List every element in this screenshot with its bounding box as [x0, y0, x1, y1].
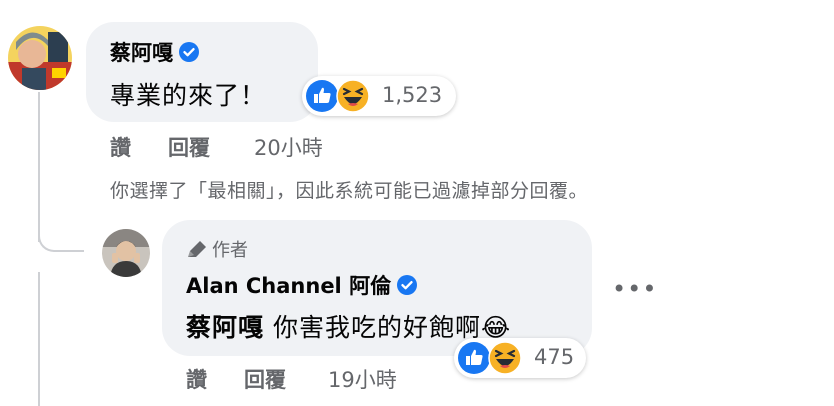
reply-author-name[interactable]: Alan Channel 阿倫 — [186, 274, 391, 298]
reply-timestamp[interactable]: 19小時 — [328, 364, 397, 394]
avatar-image — [8, 26, 72, 90]
pen-icon — [188, 241, 206, 257]
comment-like-button[interactable]: 讚 — [110, 132, 131, 162]
thread-line-lower — [38, 272, 40, 406]
like-icon — [458, 342, 490, 374]
reply-like-button[interactable]: 讚 — [186, 364, 207, 394]
haha-icon — [488, 341, 522, 375]
author-tag-label: 作者 — [212, 240, 248, 261]
reply-author[interactable]: Alan Channel 阿倫 — [186, 270, 418, 300]
comment-author[interactable]: 蔡阿嘎 — [110, 37, 199, 67]
thread-line — [38, 92, 40, 242]
reply-avatar[interactable] — [102, 229, 150, 277]
comment-text: 專業的來了！ — [110, 81, 267, 110]
reply-reply-button[interactable]: 回覆 — [244, 364, 286, 394]
reply-reactions[interactable]: 475 — [454, 338, 586, 378]
avatar-image — [102, 229, 150, 277]
more-options-button[interactable]: ••• — [612, 275, 657, 303]
comment-author-name[interactable]: 蔡阿嘎 — [110, 41, 173, 65]
reply-reaction-count: 475 — [534, 345, 575, 369]
mention-link[interactable]: 蔡阿嘎 — [186, 313, 264, 342]
thread-curve — [38, 222, 84, 252]
verified-badge-icon — [179, 42, 199, 62]
author-tag: 作者 — [186, 236, 248, 262]
comment-actions: 讚 回覆 20小時 — [110, 132, 370, 160]
like-icon — [306, 80, 338, 112]
reply-message: 你害我吃的好飽啊 — [272, 313, 481, 342]
reply-actions: 讚 回覆 19小時 — [186, 364, 446, 392]
comment-timestamp[interactable]: 20小時 — [254, 132, 323, 162]
comment-reactions[interactable]: 1,523 — [302, 76, 456, 116]
verified-badge-icon — [397, 275, 418, 295]
commenter-avatar[interactable] — [8, 26, 72, 90]
comment-reply-button[interactable]: 回覆 — [168, 132, 210, 162]
comment-reaction-count: 1,523 — [382, 83, 443, 107]
haha-icon — [336, 79, 370, 113]
filter-note: 你選擇了「最相關」，因此系統可能已過濾掉部分回覆。 — [110, 180, 589, 202]
reply-text: 蔡阿嘎 你害我吃的好飽啊😂 — [186, 308, 511, 344]
